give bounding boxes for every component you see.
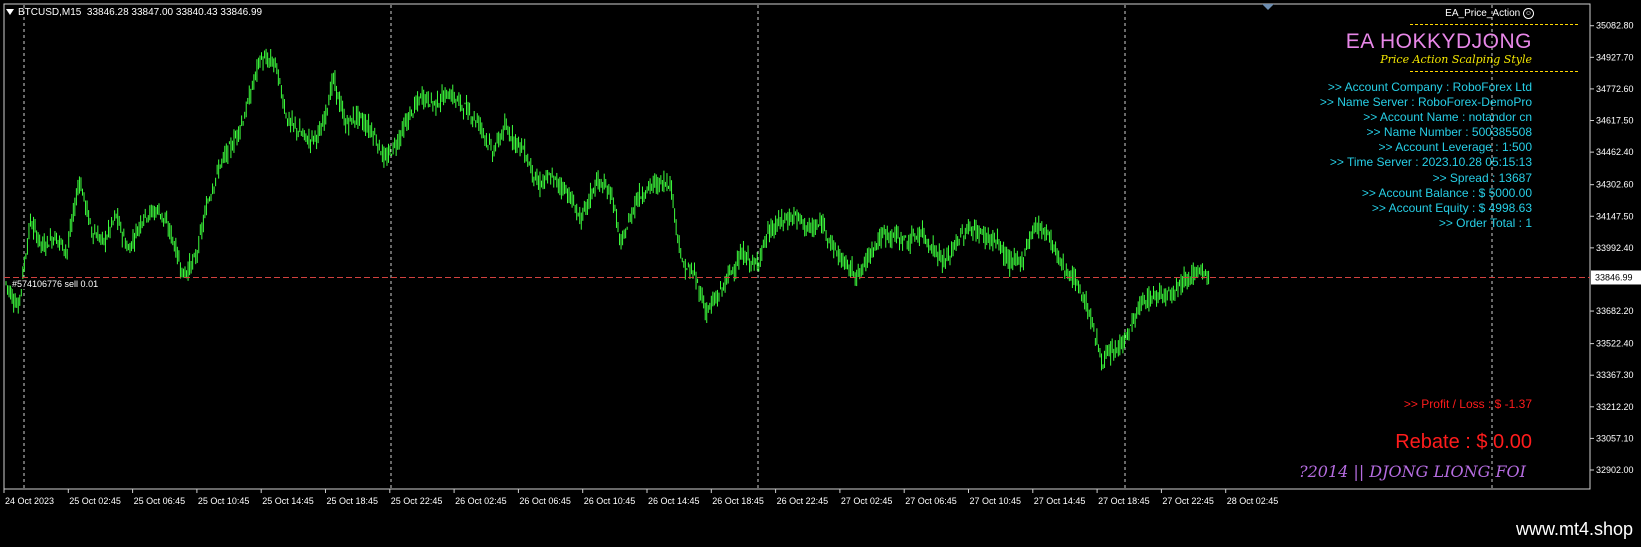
ea-title: EA HOKKYDJONG bbox=[1345, 30, 1532, 53]
account-info-line: >> Account Company : RoboForex Ltd bbox=[1327, 80, 1532, 94]
account-info-line: >> Time Server : 2023.10.28 05:15:13 bbox=[1329, 155, 1532, 170]
website-label: www.mt4.shop bbox=[1515, 519, 1633, 539]
panel-divider-top bbox=[1410, 24, 1578, 25]
x-tick-label: 25 Oct 02:45 bbox=[69, 496, 121, 506]
ea-indicator[interactable]: EA_Price_Action ☺ bbox=[1445, 8, 1534, 19]
panel-divider-bottom bbox=[1410, 71, 1578, 72]
footer-bar: www.mt4.shop bbox=[0, 517, 1641, 547]
x-tick-label: 25 Oct 10:45 bbox=[198, 496, 250, 506]
account-info-line: >> Account Equity : $ 4998.63 bbox=[1371, 200, 1532, 215]
y-tick-label: 33992.40 bbox=[1596, 243, 1634, 253]
x-tick-label: 27 Oct 22:45 bbox=[1162, 496, 1214, 506]
account-info-line: >> Account Leverage : 1:500 bbox=[1378, 140, 1532, 155]
account-info-line: >> Spread : 13687 bbox=[1432, 170, 1532, 185]
y-tick-label: 35082.80 bbox=[1596, 21, 1634, 31]
x-tick-label: 26 Oct 14:45 bbox=[648, 496, 700, 506]
x-tick-label: 24 Oct 2023 bbox=[5, 496, 54, 506]
x-tick-label: 27 Oct 02:45 bbox=[841, 496, 893, 506]
account-info-line: >> Account Name : notandor cn bbox=[1363, 110, 1532, 125]
collapse-arrow-icon[interactable] bbox=[6, 9, 14, 16]
current-price-label: 33846.99 bbox=[1595, 272, 1633, 282]
y-tick-label: 34617.50 bbox=[1596, 116, 1634, 126]
x-tick-label: 27 Oct 18:45 bbox=[1098, 496, 1150, 506]
account-info-line: >> Name Number : 500385508 bbox=[1366, 125, 1532, 140]
y-tick-label: 33057.10 bbox=[1596, 433, 1634, 443]
x-tick-label: 26 Oct 06:45 bbox=[519, 496, 571, 506]
y-tick-label: 34927.70 bbox=[1596, 52, 1634, 62]
account-info-panel: >> Account Company : RoboForex Ltd >> Nam… bbox=[1320, 80, 1532, 231]
account-info-line: >> Name Server : RoboForex-DemoPro bbox=[1319, 95, 1532, 110]
account-info-line: >> Account Balance : $ 5000.00 bbox=[1361, 185, 1532, 200]
x-tick-label: 27 Oct 14:45 bbox=[1034, 496, 1086, 506]
rebate-text: Rebate : $ 0.00 bbox=[1395, 431, 1532, 453]
x-tick-label: 25 Oct 22:45 bbox=[391, 496, 443, 506]
chart-frame bbox=[3, 3, 1591, 490]
profit-loss-text: >> Profit / Loss : $ -1.37 bbox=[1403, 397, 1532, 411]
y-tick-label: 32902.00 bbox=[1596, 465, 1634, 475]
signature-text: ?2014 || DJONG LIONG FOI bbox=[1299, 462, 1526, 481]
x-tick-label: 26 Oct 10:45 bbox=[584, 496, 636, 506]
x-tick-label: 27 Oct 10:45 bbox=[970, 496, 1022, 506]
x-tick-label: 25 Oct 14:45 bbox=[262, 496, 314, 506]
x-tick-label: 27 Oct 06:45 bbox=[905, 496, 957, 506]
y-tick-label: 34147.50 bbox=[1596, 211, 1634, 221]
symbol-label: BTCUSD,M15 bbox=[18, 7, 82, 18]
y-tick-label: 33682.20 bbox=[1596, 306, 1634, 316]
y-tick-label: 34462.40 bbox=[1596, 147, 1634, 157]
smiley-icon: ☺ bbox=[1523, 8, 1534, 19]
chart-header: BTCUSD,M15 33846.28 33847.00 33840.43 33… bbox=[6, 7, 262, 18]
order-label[interactable]: #574106776 sell 0.01 bbox=[12, 279, 99, 289]
account-info-line: >> Order Total : 1 bbox=[1438, 215, 1532, 230]
x-tick-label: 25 Oct 06:45 bbox=[134, 496, 186, 506]
y-tick-label: 34772.60 bbox=[1596, 84, 1634, 94]
x-tick-label: 28 Oct 02:45 bbox=[1227, 496, 1279, 506]
y-tick-label: 33367.30 bbox=[1596, 370, 1634, 380]
ea-name: EA_Price_Action bbox=[1445, 8, 1521, 20]
y-tick-label: 33212.20 bbox=[1596, 402, 1634, 412]
y-tick-label: 33522.40 bbox=[1596, 339, 1634, 349]
y-tick-label: 34302.60 bbox=[1596, 180, 1634, 190]
ohlc-values: 33846.28 33847.00 33840.43 33846.99 bbox=[86, 7, 263, 18]
x-tick-label: 26 Oct 18:45 bbox=[712, 496, 764, 506]
x-tick-label: 25 Oct 18:45 bbox=[327, 496, 379, 506]
ea-subtitle: Price Action Scalping Style bbox=[1380, 53, 1532, 66]
x-tick-label: 26 Oct 22:45 bbox=[777, 496, 829, 506]
x-tick-label: 26 Oct 02:45 bbox=[455, 496, 507, 506]
